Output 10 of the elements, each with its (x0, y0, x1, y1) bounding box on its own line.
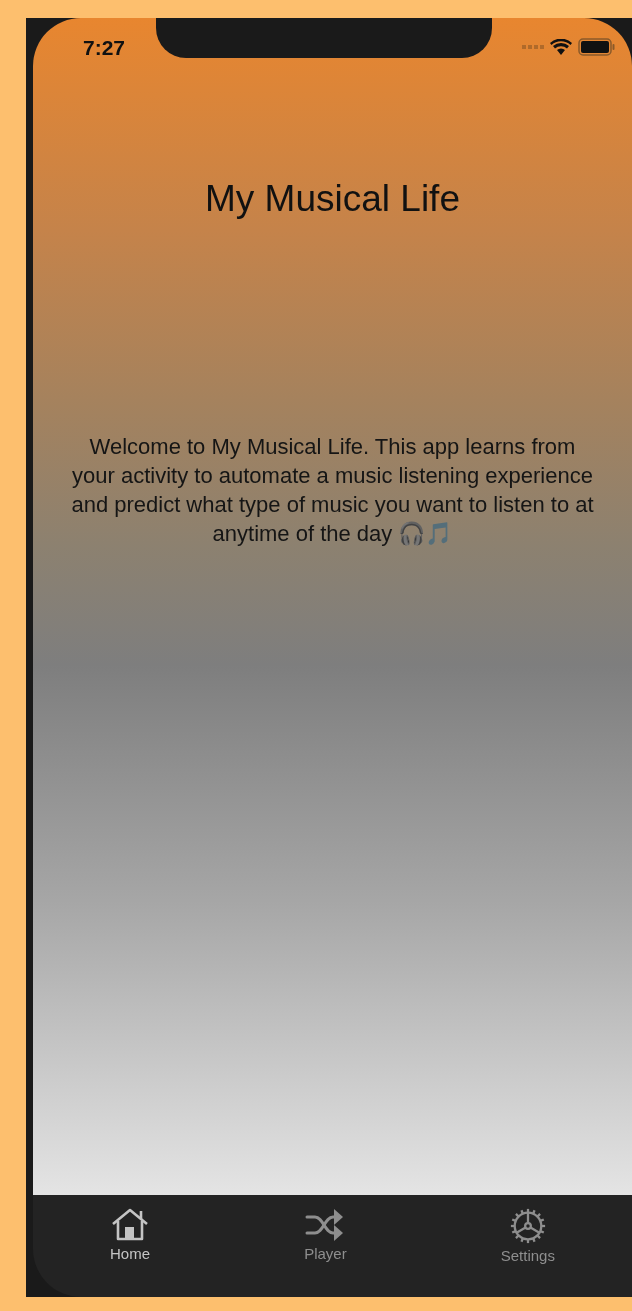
battery-icon (578, 38, 616, 56)
status-time: 7:27 (83, 36, 126, 60)
welcome-text: Welcome to My Musical Life. This app learns from your activity to automate a music listening experience and predict what type of music you want to listen to at anytime of the day 🎧🎵 (70, 433, 595, 548)
wifi-icon (550, 39, 572, 55)
app-title: My Musical Life (205, 178, 460, 220)
tab-bar-item[interactable]: Home (100, 1195, 161, 1262)
tab-bar-item[interactable]: Player (294, 1195, 357, 1262)
gear-icon (508, 1207, 547, 1245)
tab-bar-item[interactable]: Settings (490, 1195, 565, 1264)
signal-icon (522, 45, 544, 49)
